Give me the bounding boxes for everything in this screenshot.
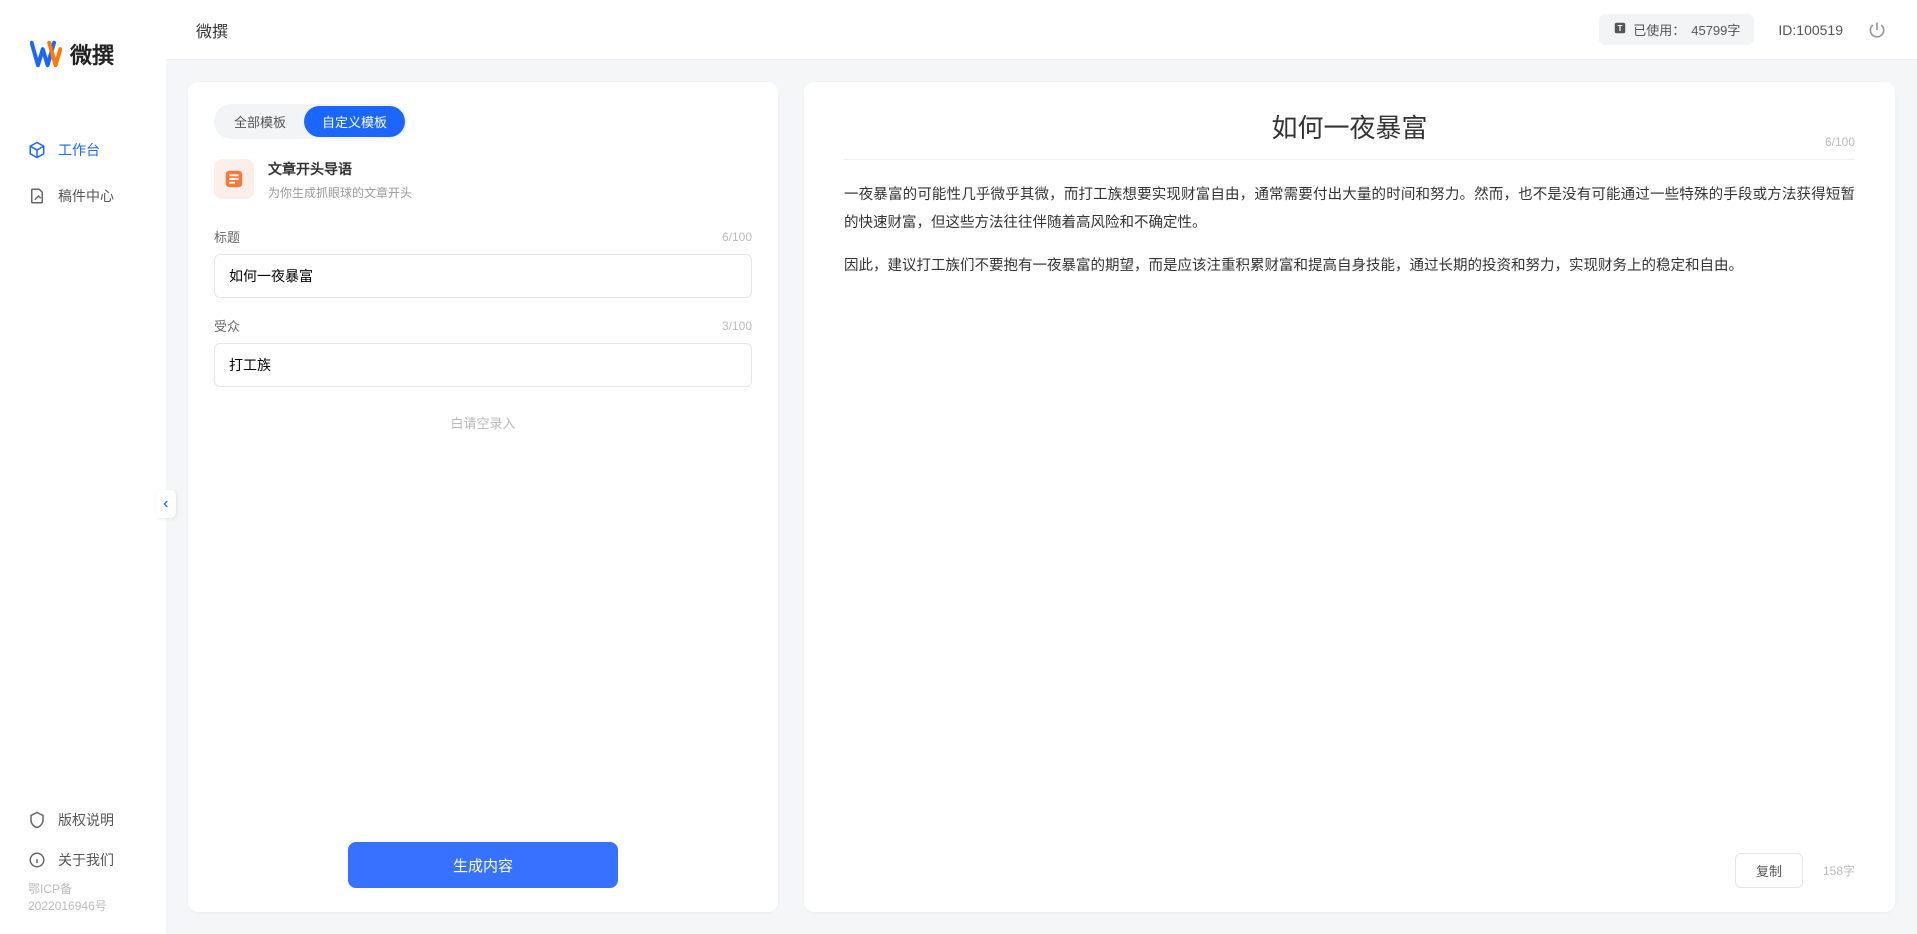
field-char-count: 6/100: [722, 230, 752, 244]
tab-all-templates[interactable]: 全部模板: [216, 106, 304, 137]
result-paragraph: 因此，建议打工族们不要抱有一夜暴富的期望，而是应该注重积累财富和提高自身技能，通…: [844, 253, 1855, 281]
template-name: 文章开头导语: [268, 159, 412, 179]
template-tab-group: 全部模板 自定义模板: [214, 104, 407, 139]
topbar: 微撰 T 已使用： 45799字 ID:100519: [166, 0, 1917, 60]
result-body: 一夜暴富的可能性几乎微乎其微，而打工族想要实现财富自由，通常需要付出大量的时间和…: [844, 182, 1855, 297]
page-title: 微撰: [196, 18, 228, 42]
sidebar-item-drafts[interactable]: 稿件中心: [20, 176, 146, 216]
field-audience: 受众 3/100: [214, 316, 752, 387]
brand-logo-mark: [30, 38, 62, 70]
template-desc: 为你生成抓眼球的文章开头: [268, 184, 412, 201]
field-label: 标题: [214, 227, 240, 246]
footer-link-about[interactable]: 关于我们: [20, 840, 146, 880]
title-input[interactable]: [214, 254, 752, 298]
text-icon: T: [1613, 21, 1627, 38]
usage-chip[interactable]: T 已使用： 45799字: [1599, 14, 1754, 45]
result-title-count: 6/100: [1825, 135, 1855, 149]
brand-logo: 微撰: [0, 0, 166, 70]
field-char-count: 3/100: [722, 319, 752, 333]
result-char-count: 158字: [1823, 862, 1855, 879]
document-icon: [28, 187, 46, 205]
cube-icon: [28, 141, 46, 159]
usage-label: 已使用：: [1633, 20, 1685, 39]
sidebar-footer: 版权说明 关于我们 鄂ICP备2022016946号: [0, 800, 166, 934]
field-label: 受众: [214, 316, 240, 335]
sidebar-item-workspace[interactable]: 工作台: [20, 130, 146, 170]
footer-link-label: 版权说明: [58, 810, 114, 830]
result-title-row: 如何一夜暴富 6/100: [844, 108, 1855, 160]
power-icon[interactable]: [1867, 20, 1887, 40]
result-paragraph: 一夜暴富的可能性几乎微乎其微，而打工族想要实现财富自由，通常需要付出大量的时间和…: [844, 182, 1855, 237]
svg-text:T: T: [1618, 24, 1623, 33]
info-icon: [28, 851, 46, 869]
tab-custom-templates[interactable]: 自定义模板: [304, 106, 405, 137]
generate-button[interactable]: 生成内容: [348, 842, 618, 888]
footer-link-copyright[interactable]: 版权说明: [20, 800, 146, 840]
field-title: 标题 6/100: [214, 227, 752, 298]
usage-value: 45799字: [1691, 20, 1740, 39]
shield-icon: [28, 811, 46, 829]
user-id: ID:100519: [1778, 22, 1843, 38]
panel-form: 全部模板 自定义模板 文章开头导语 为你生成抓眼球的文章开头 标题 6/100 …: [188, 82, 778, 912]
result-title: 如何一夜暴富: [844, 108, 1855, 159]
copy-button[interactable]: 复制: [1735, 853, 1803, 888]
template-header: 文章开头导语 为你生成抓眼球的文章开头: [214, 159, 752, 201]
content: 全部模板 自定义模板 文章开头导语 为你生成抓眼球的文章开头 标题 6/100 …: [166, 60, 1917, 934]
empty-hint: 白请空录入: [214, 413, 752, 432]
icp-number: 鄂ICP备2022016946号: [20, 880, 146, 920]
sidebar: 微撰 工作台 稿件中心 版权说明 关于我们 鄂ICP: [0, 0, 166, 934]
sidebar-nav: 工作台 稿件中心: [0, 130, 166, 800]
sidebar-item-label: 工作台: [58, 140, 100, 160]
template-type-icon: [214, 159, 254, 199]
sidebar-item-label: 稿件中心: [58, 186, 114, 206]
brand-name: 微撰: [70, 38, 114, 70]
audience-input[interactable]: [214, 343, 752, 387]
panel-result: 如何一夜暴富 6/100 一夜暴富的可能性几乎微乎其微，而打工族想要实现财富自由…: [804, 82, 1895, 912]
footer-link-label: 关于我们: [58, 850, 114, 870]
